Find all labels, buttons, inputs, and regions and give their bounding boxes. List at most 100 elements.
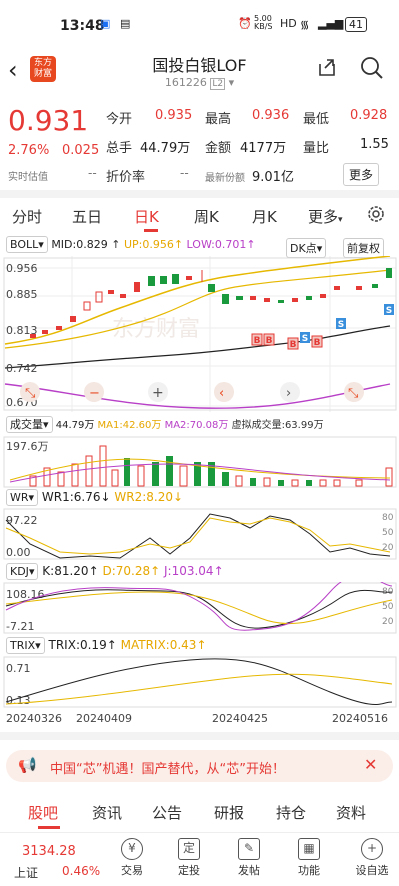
app-notification-icon: ▣ <box>100 17 111 30</box>
trade-icon[interactable]: ¥ <box>121 838 143 860</box>
svg-text:B: B <box>290 340 297 350</box>
svg-text:0.742: 0.742 <box>6 362 38 375</box>
high-label: 最高 <box>205 112 232 127</box>
vol-value: 44.79万 <box>140 141 191 156</box>
tab-research[interactable]: 研报 <box>214 802 244 823</box>
megaphone-icon: 📢 <box>18 756 37 774</box>
wr-header: WR▾ WR1:6.76↓ WR2:8.20↓ <box>6 489 396 508</box>
svg-text:0.71: 0.71 <box>6 662 31 675</box>
tab-monthly-k[interactable]: 月K <box>252 206 277 227</box>
more-button[interactable]: 更多 <box>343 163 380 186</box>
svg-text:80: 80 <box>382 513 394 523</box>
tab-5day[interactable]: 五日 <box>72 206 102 227</box>
share-label: 最新份额 <box>205 173 245 184</box>
svg-text:50: 50 <box>382 602 394 612</box>
svg-text:197.6万: 197.6万 <box>6 440 49 453</box>
gallery-icon: ▤ <box>120 17 131 30</box>
wifi-icon: ᯾ <box>300 18 310 31</box>
status-bar: 13:48 ▣ ▤ ⏰ 5.00 KB/S HD ᯾ ▂▄▆ 41 <box>0 0 399 40</box>
tab-guba[interactable]: 股吧 <box>28 802 58 823</box>
index-pct[interactable]: 0.46% <box>62 864 100 878</box>
svg-text:‹: ‹ <box>219 386 224 401</box>
high-value: 0.936 <box>252 108 290 123</box>
tab-profile[interactable]: 资料 <box>336 802 366 823</box>
discount-value: -- <box>180 166 189 180</box>
ratio-label: 量比 <box>303 141 330 156</box>
vol-label: 总手 <box>106 141 133 156</box>
boll-low-indicator <box>4 383 391 409</box>
tab-notice[interactable]: 公告 <box>152 802 182 823</box>
svg-text:S: S <box>302 334 308 344</box>
valuation-value: -- <box>88 166 97 180</box>
divider <box>0 190 399 198</box>
hd-icon: HD <box>280 17 297 30</box>
svg-text:0.00: 0.00 <box>6 546 31 559</box>
search-icon[interactable] <box>360 56 384 80</box>
wr-chart: 97.220.00 805020 <box>3 508 397 560</box>
date-label-1: 20240409 <box>76 712 132 725</box>
fixed-invest-icon[interactable]: 定 <box>178 838 200 860</box>
svg-text:50: 50 <box>382 528 394 538</box>
fixed-invest-button[interactable]: 定投 <box>164 862 214 878</box>
svg-text:›: › <box>286 386 291 401</box>
settings-icon[interactable] <box>366 204 386 224</box>
volume-selector[interactable]: 成交量▾ <box>6 416 53 433</box>
divider <box>0 732 399 740</box>
index-name[interactable]: 上证 <box>14 864 38 881</box>
share-icon[interactable] <box>316 56 338 78</box>
svg-text:−: − <box>89 386 100 401</box>
tab-weekly-k[interactable]: 周K <box>194 206 219 227</box>
add-watchlist-button[interactable]: 设自选 <box>347 862 397 878</box>
amount-label: 金额 <box>205 141 232 156</box>
date-label-3: 20240516 <box>332 712 388 725</box>
close-icon[interactable]: ✕ <box>364 755 377 774</box>
svg-text:B: B <box>254 336 261 346</box>
fund-code: 161226 L2 ▾ <box>164 76 235 90</box>
svg-text:20: 20 <box>382 617 394 627</box>
trade-markers: B B B S B S S <box>251 304 394 350</box>
add-watchlist-icon[interactable]: + <box>361 838 383 860</box>
status-time: 13:48 <box>60 18 105 34</box>
tab-news[interactable]: 资讯 <box>92 802 122 823</box>
dk-button[interactable]: DK点▾ <box>286 238 327 258</box>
adjust-button[interactable]: 前复权 <box>343 238 384 258</box>
wr-selector[interactable]: WR▾ <box>6 489 39 506</box>
date-label-2: 20240425 <box>212 712 268 725</box>
svg-text:0.813: 0.813 <box>6 324 38 337</box>
trade-button[interactable]: 交易 <box>107 862 157 878</box>
low-label: 最低 <box>303 112 330 127</box>
amount-value: 4177万 <box>240 141 287 156</box>
trix-header: TRIX▾ TRIX:0.19↑ MATRIX:0.43↑ <box>6 637 396 656</box>
index-value[interactable]: 3134.28 <box>22 844 76 859</box>
net-speed: 5.00 KB/S <box>254 14 273 31</box>
boll-selector[interactable]: BOLL▾ <box>6 236 48 253</box>
svg-text:⤡: ⤡ <box>348 386 359 401</box>
open-label: 今开 <box>106 112 133 127</box>
post-button[interactable]: 发帖 <box>224 862 274 878</box>
svg-text:B: B <box>266 336 273 346</box>
change-amt: 0.025 <box>62 143 100 158</box>
function-button[interactable]: 功能 <box>284 862 334 878</box>
tab-more[interactable]: 更多▾ <box>308 206 343 227</box>
trix-selector[interactable]: TRIX▾ <box>6 637 45 654</box>
volume-header: 成交量▾ 44.79万 MA1:42.60万 MA2:70.08万 虚拟成交量:… <box>6 416 396 434</box>
boll-mid: MID:0.829 <box>51 238 108 251</box>
svg-text:-7.21: -7.21 <box>6 620 34 633</box>
boll-up: UP:0.956 <box>123 238 174 251</box>
battery-indicator: 41 <box>345 17 367 32</box>
function-icon[interactable]: ▦ <box>298 838 320 860</box>
tab-daily-k[interactable]: 日K <box>134 206 159 227</box>
kdj-selector[interactable]: KDJ▾ <box>6 563 39 580</box>
ratio-value: 1.55 <box>360 137 389 152</box>
kline-chart[interactable]: 东方财富 B B B S B S S 0.956 0.885 0.813 0.7… <box>0 256 399 412</box>
promo-banner[interactable]: 📢 中国“芯”机遇！国产替代，从“芯”开始！ ✕ <box>6 750 393 782</box>
date-label-0: 20240326 <box>6 712 62 725</box>
valuation-label: 实时估值 <box>8 172 48 183</box>
change-pct: 2.76% <box>8 143 50 158</box>
banner-text: 中国“芯”机遇！国产替代，从“芯”开始！ <box>50 762 285 777</box>
tab-intraday[interactable]: 分时 <box>12 206 42 227</box>
kdj-header: KDJ▾ K:81.20↑ D:70.28↑ J:103.04↑ <box>6 563 396 582</box>
page-title: 国投白银LOF <box>152 56 247 75</box>
post-icon[interactable]: ✎ <box>238 838 260 860</box>
tab-holdings[interactable]: 持仓 <box>276 802 306 823</box>
